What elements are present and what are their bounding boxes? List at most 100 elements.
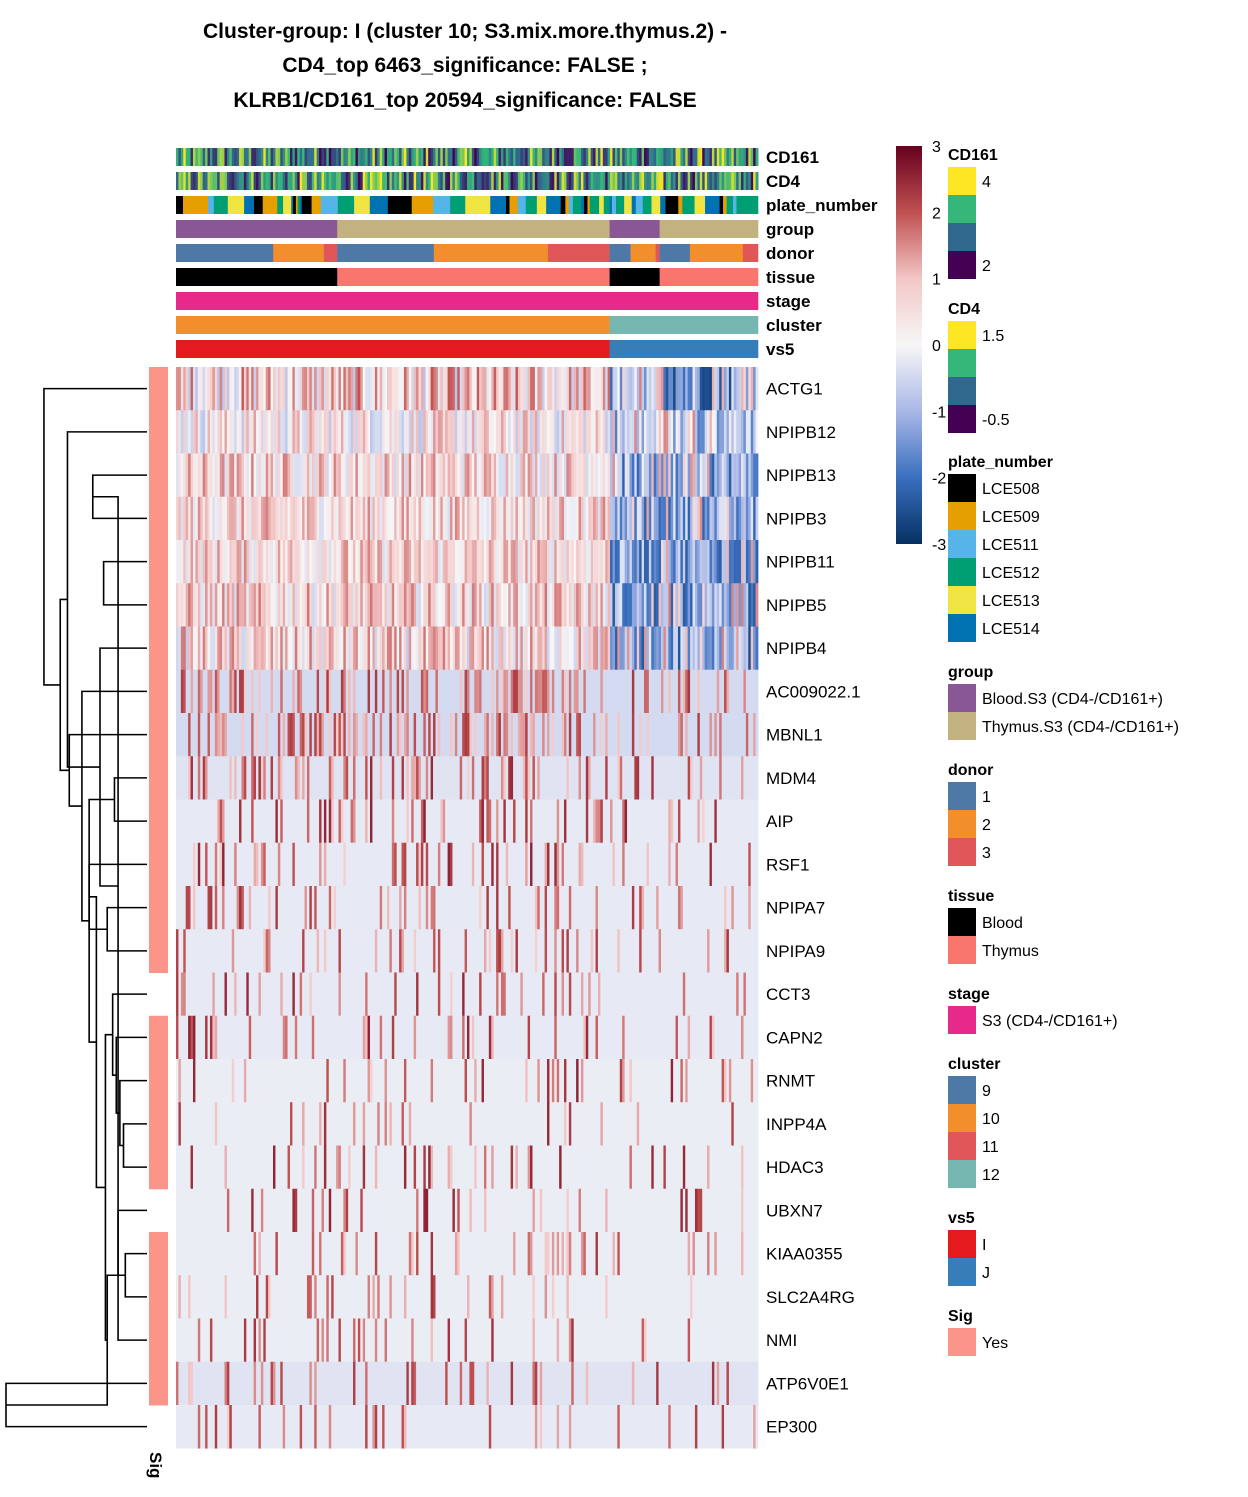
heatmap-cell bbox=[704, 583, 708, 627]
heatmap-cell bbox=[736, 453, 739, 498]
heatmap-cell bbox=[357, 756, 361, 800]
heatmap-cell bbox=[289, 756, 293, 800]
heatmap-cell bbox=[651, 1015, 655, 1060]
heatmap-cell bbox=[280, 1145, 284, 1190]
heatmap-cell bbox=[542, 799, 545, 844]
heatmap-cell bbox=[634, 583, 638, 627]
heatmap-cell bbox=[336, 713, 339, 757]
heatmap-cell bbox=[719, 799, 723, 844]
heatmap-cell bbox=[716, 626, 720, 671]
heatmap-cell bbox=[600, 496, 604, 541]
heatmap-cell bbox=[350, 1015, 354, 1060]
heatmap-cell bbox=[454, 626, 458, 671]
heatmap-cell bbox=[292, 496, 296, 541]
heatmap-cell bbox=[624, 1102, 628, 1146]
heatmap-cell bbox=[554, 583, 558, 627]
heatmap-cell bbox=[578, 1102, 582, 1146]
heatmap-cell bbox=[491, 972, 495, 1017]
heatmap-cell bbox=[323, 410, 327, 454]
heatmap-cell bbox=[636, 972, 640, 1017]
heatmap-cell bbox=[517, 1015, 521, 1060]
heatmap-cell bbox=[462, 626, 465, 671]
heatmap-cell bbox=[195, 496, 199, 541]
heatmap-cell bbox=[294, 453, 298, 498]
heatmap-cell bbox=[547, 496, 550, 541]
heatmap-cell bbox=[554, 972, 558, 1017]
heatmap-cell bbox=[716, 842, 720, 887]
heatmap-cell bbox=[510, 972, 514, 1017]
heatmap-cell bbox=[542, 1102, 545, 1146]
heatmap-cell bbox=[311, 626, 315, 671]
heatmap-cell bbox=[195, 886, 199, 930]
heatmap-cell bbox=[617, 410, 621, 454]
heatmap-cell bbox=[403, 713, 407, 757]
heatmap-cell bbox=[711, 799, 715, 844]
heatmap-cell bbox=[682, 540, 686, 584]
heatmap-cell bbox=[289, 1145, 293, 1190]
heatmap-cell bbox=[195, 713, 199, 757]
heatmap-cell bbox=[508, 756, 512, 800]
heatmap-cell bbox=[534, 1102, 538, 1146]
heatmap-cell bbox=[566, 669, 570, 714]
heatmap-cell bbox=[289, 713, 293, 757]
heatmap-cell bbox=[471, 410, 475, 454]
heatmap-cell bbox=[544, 799, 548, 844]
heatmap-cell bbox=[554, 496, 558, 541]
heatmap-cell bbox=[348, 626, 351, 671]
heatmap-cell bbox=[610, 929, 613, 973]
heatmap-cell bbox=[469, 799, 473, 844]
heatmap-cell bbox=[389, 583, 393, 627]
heatmap-cell bbox=[644, 929, 647, 973]
heatmap-cell bbox=[190, 496, 194, 541]
heatmap-cell bbox=[394, 367, 398, 411]
heatmap-cell bbox=[738, 367, 742, 411]
heatmap-cell bbox=[583, 842, 587, 887]
heatmap-cell bbox=[226, 1015, 230, 1060]
heatmap-row bbox=[176, 453, 759, 498]
heatmap-cell bbox=[658, 410, 662, 454]
heatmap-cell bbox=[738, 496, 742, 541]
heatmap-cell bbox=[457, 540, 461, 584]
heatmap-cell bbox=[481, 1102, 485, 1146]
heatmap-cell bbox=[741, 669, 744, 714]
annotation-segment bbox=[624, 196, 633, 214]
heatmap-cell bbox=[673, 756, 676, 800]
heatmap-cell bbox=[413, 1102, 417, 1146]
heatmap-cell bbox=[260, 496, 264, 541]
heatmap-cell bbox=[687, 583, 691, 627]
heatmap-cell bbox=[370, 453, 373, 498]
heatmap-cell bbox=[648, 713, 652, 757]
heatmap-cell bbox=[474, 886, 478, 930]
heatmap-cell bbox=[367, 842, 371, 887]
heatmap-cell bbox=[323, 886, 327, 930]
heatmap-row bbox=[176, 756, 759, 800]
heatmap-cell bbox=[481, 496, 485, 541]
heatmap-cell bbox=[602, 799, 606, 844]
heatmap-cell bbox=[425, 1015, 429, 1060]
heatmap-cell bbox=[551, 496, 555, 541]
heatmap-cell bbox=[481, 929, 485, 973]
heatmap-cell bbox=[559, 886, 562, 930]
heatmap-cell bbox=[675, 713, 679, 757]
heatmap-cell bbox=[663, 669, 667, 714]
heatmap-cell bbox=[629, 842, 633, 887]
heatmap-cell bbox=[636, 756, 640, 800]
heatmap-cell bbox=[750, 669, 754, 714]
heatmap-cell bbox=[462, 972, 465, 1017]
heatmap-cell bbox=[690, 496, 693, 541]
heatmap-cell bbox=[500, 626, 504, 671]
heatmap-cell bbox=[190, 1015, 194, 1060]
heatmap-cell bbox=[559, 496, 562, 541]
heatmap-cell bbox=[491, 842, 495, 887]
heatmap-cell bbox=[248, 1059, 252, 1103]
heatmap-cell bbox=[316, 1145, 320, 1190]
heatmap-cell bbox=[239, 1059, 242, 1103]
heatmap-cell bbox=[508, 367, 512, 411]
heatmap-cell bbox=[663, 496, 667, 541]
heatmap-cell bbox=[605, 972, 609, 1017]
heatmap-cell bbox=[311, 1145, 315, 1190]
heatmap-cell bbox=[661, 1015, 664, 1060]
heatmap-cell bbox=[610, 713, 613, 757]
heatmap-cell bbox=[270, 540, 274, 584]
heatmap-cell bbox=[374, 713, 378, 757]
